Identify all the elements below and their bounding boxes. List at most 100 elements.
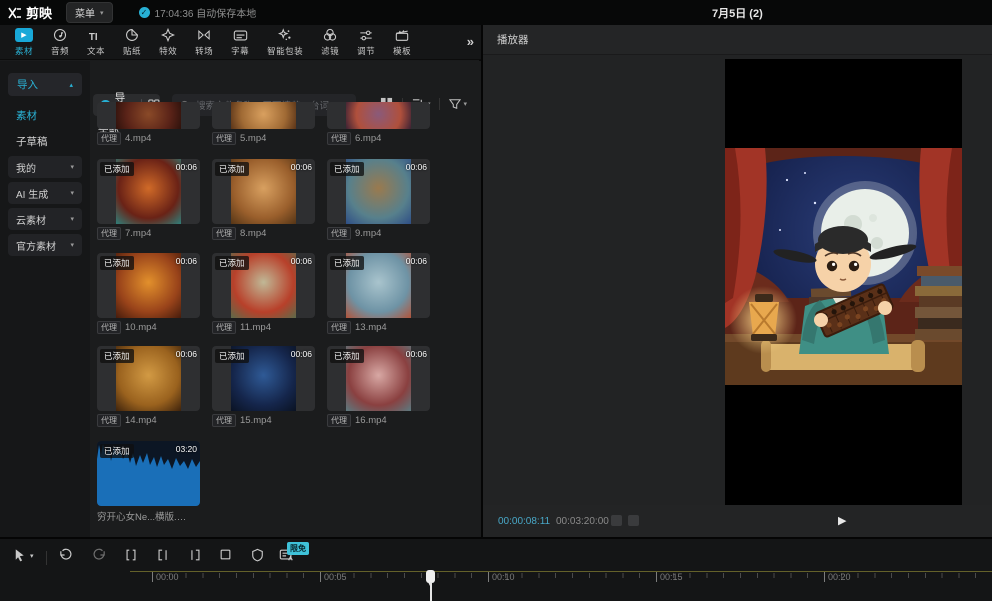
media-item[interactable]: 已添加00:06代理8.mp4 — [212, 159, 315, 240]
music-icon — [53, 28, 67, 43]
proxy-badge: 代理 — [327, 321, 351, 334]
undo-tool[interactable] — [58, 548, 73, 567]
added-badge: 已添加 — [100, 349, 134, 363]
ruler-label-group: 00:20 — [824, 572, 851, 582]
sidebar-item-素材[interactable]: 素材 — [16, 108, 37, 123]
ruler-major-tick — [320, 572, 321, 582]
file-name: 15.mp4 — [240, 415, 272, 426]
video-thumbnail[interactable] — [212, 102, 315, 129]
tab-label: 文本 — [87, 45, 105, 57]
file-name: 5.mp4 — [240, 133, 266, 144]
media-item[interactable]: 已添加00:06代理10.mp4 — [97, 253, 200, 334]
video-thumbnail[interactable]: 已添加00:06 — [327, 346, 430, 411]
sidebar-group-云素材[interactable]: 云素材▾ — [8, 208, 82, 230]
play-button[interactable]: ▶ — [838, 514, 846, 527]
media-item[interactable]: 代理4.mp4 — [97, 102, 200, 145]
tab-模板[interactable]: 模板 — [384, 25, 420, 59]
player-header: 播放器 — [483, 25, 992, 55]
duration-badge: 00:06 — [406, 256, 427, 266]
mask-tool[interactable] — [251, 548, 264, 567]
sidebar-group-我的[interactable]: 我的▾ — [8, 156, 82, 178]
media-item[interactable]: 已添加00:06代理11.mp4 — [212, 253, 315, 334]
video-thumbnail[interactable] — [327, 102, 430, 129]
project-title: 7月5日 (2) — [712, 5, 763, 21]
audio-thumbnail[interactable]: 已添加03:20 — [97, 441, 200, 506]
split-right-tool[interactable] — [188, 548, 202, 567]
select-tool[interactable] — [12, 548, 27, 568]
proxy-badge: 代理 — [327, 227, 351, 240]
player-panel: 播放器 — [483, 25, 992, 537]
video-thumbnail[interactable]: 已添加00:06 — [327, 159, 430, 224]
chevron-down-icon: ▾ — [70, 215, 74, 223]
proxy-badge: 代理 — [212, 227, 236, 240]
media-item[interactable]: 已添加03:20穷开心女Ne...横版.wav — [97, 441, 200, 523]
scissors-logo-icon — [8, 7, 22, 19]
media-item[interactable]: 已添加00:06 代理 15.mp4 — [212, 346, 315, 427]
video-thumbnail[interactable]: 已添加00:06 — [97, 253, 200, 318]
video-thumbnail[interactable]: 已添加00:06 — [97, 159, 200, 224]
autosave-text: 17:04:36 自动保存本地 — [155, 5, 257, 20]
video-thumbnail[interactable] — [97, 102, 200, 129]
media-item[interactable]: 代理5.mp4 — [212, 102, 315, 145]
crop-tool[interactable] — [219, 548, 232, 566]
media-item[interactable]: 已添加00:06代理13.mp4 — [327, 253, 430, 334]
media-item[interactable]: 已添加00:06代理7.mp4 — [97, 159, 200, 240]
media-item[interactable]: 代理6.mp4 — [327, 102, 430, 145]
tab-素材[interactable]: ▶素材 — [6, 25, 42, 59]
tab-特效[interactable]: 特效 — [150, 25, 186, 59]
quality-icon[interactable] — [611, 515, 622, 526]
tab-调节[interactable]: 调节 — [348, 25, 384, 59]
tab-转场[interactable]: 转场 — [186, 25, 222, 59]
duration-badge: 00:06 — [406, 162, 427, 172]
ruler-major-tick — [824, 572, 825, 582]
split-tool[interactable] — [124, 548, 138, 567]
tab-音频[interactable]: 音频 — [42, 25, 78, 59]
ruler-major-tick — [656, 572, 657, 582]
bowtie-icon — [197, 28, 211, 43]
video-preview[interactable] — [725, 59, 962, 505]
ruler-label: 00:15 — [660, 572, 683, 582]
tab-label: 贴纸 — [123, 45, 141, 57]
ruler-label-group: 00:15 — [656, 572, 683, 582]
media-item[interactable]: 已添加00:06代理14.mp4 — [97, 346, 200, 427]
duration-badge: 00:06 — [291, 256, 312, 266]
ruler-label-group: 00:10 — [488, 572, 515, 582]
tab-文本[interactable]: TI 文本 — [78, 25, 114, 59]
video-thumbnail[interactable]: 已添加00:06 — [97, 346, 200, 411]
media-item[interactable]: 已添加00:06代理16.mp4 — [327, 346, 430, 427]
video-thumbnail[interactable]: 已添加00:06 — [212, 253, 315, 318]
filter-icon — [449, 98, 461, 110]
sidebar-group-官方素材[interactable]: 官方素材▾ — [8, 234, 82, 256]
split-left-tool[interactable] — [156, 548, 170, 567]
ruler-major-tick — [152, 572, 153, 582]
ribbon-expand-icon[interactable]: » — [467, 34, 473, 49]
ratio-icon[interactable] — [628, 515, 639, 526]
sidebar-group-AI 生成[interactable]: AI 生成▾ — [8, 182, 82, 204]
menu-button[interactable]: 菜单▾ — [66, 2, 113, 23]
autosave-status: ✓ 17:04:36 自动保存本地 — [139, 5, 257, 20]
video-thumbnail[interactable]: 已添加00:06 — [212, 159, 315, 224]
sidebar-item-import[interactable]: 导入 ▴ — [8, 73, 82, 96]
ruler-ticks — [152, 573, 992, 578]
tab-滤镜[interactable]: 滤镜 — [312, 25, 348, 59]
thumbnail-art — [231, 102, 296, 129]
filter-button[interactable]: ▾ — [449, 98, 467, 110]
tab-字幕[interactable]: 字幕 — [222, 25, 258, 59]
duration-badge: 03:20 — [176, 444, 197, 454]
redo-tool[interactable] — [92, 548, 107, 567]
proxy-badge: 代理 — [212, 414, 236, 427]
media-library: 导入 搜索文件名称、画面情节、台词 — [90, 61, 481, 537]
library-sidebar: 导入 ▴ 素材子草稿 我的▾ AI 生成▾ 云素材▾ 官方素材▾ — [0, 61, 90, 537]
tab-智能包装[interactable]: 智能包装 — [258, 25, 312, 59]
playhead-stem — [430, 582, 432, 601]
sidebar-item-子草稿[interactable]: 子草稿 — [16, 134, 48, 149]
chevron-down-icon: ▾ — [70, 189, 74, 197]
media-item[interactable]: 已添加00:06代理9.mp4 — [327, 159, 430, 240]
tab-贴纸[interactable]: 贴纸 — [114, 25, 150, 59]
video-thumbnail[interactable]: 已添加00:06 — [212, 346, 315, 411]
timeline-ruler[interactable]: 00:0000:0500:1000:1500:20 — [0, 570, 992, 601]
video-thumbnail[interactable]: 已添加00:06 — [327, 253, 430, 318]
chevron-down-icon[interactable]: ▾ — [30, 552, 34, 560]
svg-text:TI: TI — [89, 31, 98, 41]
chevron-down-icon: ▾ — [70, 163, 74, 171]
